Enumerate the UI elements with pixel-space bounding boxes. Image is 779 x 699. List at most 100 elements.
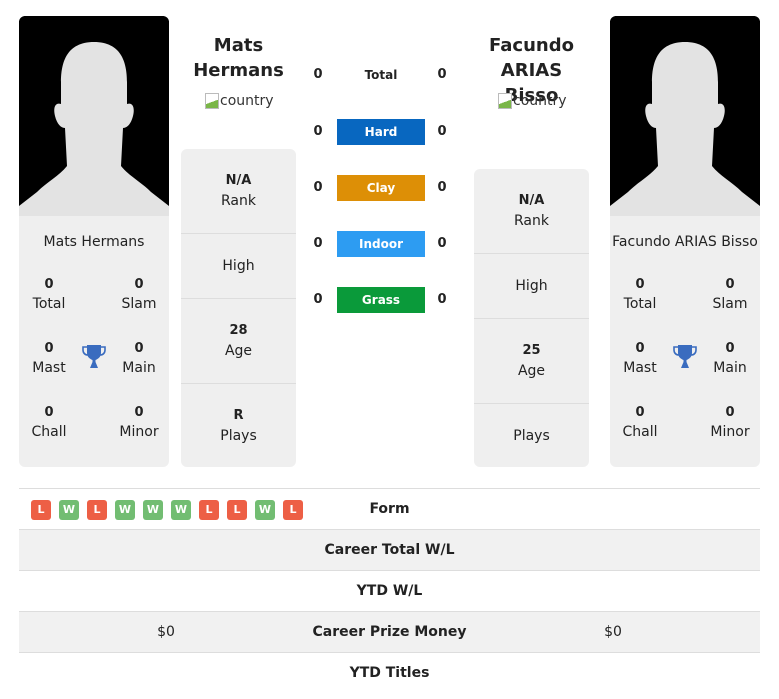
surface-badge-hard: Hard <box>337 119 425 145</box>
player2-rank: N/A Rank <box>474 169 589 254</box>
plays-label: Plays <box>220 427 257 444</box>
player2-card-name: Facundo ARIAS Bisso <box>612 234 758 250</box>
h2h-row-hard: 0 Hard 0 <box>305 119 455 145</box>
player2-h2h-count: 0 <box>437 180 447 195</box>
surface-badge-clay: Clay <box>337 175 425 201</box>
player2-titles-slam: 0 Slam <box>700 276 760 314</box>
surface-badge-total: Total <box>364 68 398 82</box>
stat-label: Mast <box>623 360 657 376</box>
h2h-row-total: 0 Total 0 <box>305 62 455 88</box>
player1-rank: N/A Rank <box>181 149 296 234</box>
player1-h2h-count: 0 <box>313 292 323 307</box>
rank-label: Rank <box>514 213 549 229</box>
flag-alt-text: country <box>220 93 274 109</box>
row-label: YTD Titles <box>349 665 430 681</box>
stat-value: 0 <box>725 405 735 420</box>
silhouette-icon <box>19 16 169 216</box>
table-row-form: LWLWWWLLWL Form <box>19 489 760 530</box>
form-badge-win[interactable]: W <box>171 500 191 520</box>
row-label: Form <box>369 501 410 517</box>
player1-h2h-count: 0 <box>313 67 323 82</box>
player2-profile-card: Facundo ARIAS Bisso 0 Total 0 Slam 0 Mas… <box>610 16 760 467</box>
form-badge-loss[interactable]: L <box>31 500 51 520</box>
stat-value: 0 <box>44 405 54 420</box>
stat-label: Chall <box>622 424 658 440</box>
h2h-row-indoor: 0 Indoor 0 <box>305 231 455 257</box>
age-label: Age <box>517 363 546 379</box>
stat-value: 0 <box>725 341 735 356</box>
stat-label: Main <box>122 360 156 376</box>
stat-label: Chall <box>31 424 67 440</box>
player1-titles-minor: 0 Minor <box>109 404 169 442</box>
player1-titles-slam: 0 Slam <box>109 276 169 314</box>
h2h-row-clay: 0 Clay 0 <box>305 175 455 201</box>
stat-value: 0 <box>134 277 144 292</box>
form-badge-win[interactable]: W <box>115 500 135 520</box>
form-badge-win[interactable]: W <box>143 500 163 520</box>
player1-form: LWLWWWLLWL <box>31 500 303 520</box>
player2-h2h-count: 0 <box>437 292 447 307</box>
player2-country-flag: country <box>498 93 567 109</box>
player2-h2h-count: 0 <box>437 124 447 139</box>
row-label: YTD W/L <box>356 583 423 599</box>
table-row-ytd-wl: YTD W/L <box>19 571 760 612</box>
stat-label: Minor <box>119 424 159 440</box>
player2-value: $0 <box>604 624 622 640</box>
player1-name-link[interactable]: Mats Hermans <box>180 33 297 83</box>
rank-value: N/A <box>518 193 545 208</box>
player1-age: 28 Age <box>181 299 296 384</box>
row-label: Career Total W/L <box>324 542 455 558</box>
player2-h2h-count: 0 <box>437 67 447 82</box>
surface-badge-indoor: Indoor <box>337 231 425 257</box>
player1-profile-card: Mats Hermans 0 Total 0 Slam 0 Mast 0 Mai… <box>19 16 169 467</box>
player1-h2h-count: 0 <box>313 124 323 139</box>
stat-value: 0 <box>134 405 144 420</box>
stat-value: 0 <box>44 341 54 356</box>
broken-image-icon <box>498 93 512 109</box>
table-row-ytd-titles: YTD Titles <box>19 653 760 694</box>
player2-titles-chall: 0 Chall <box>610 404 670 442</box>
player1-card-name: Mats Hermans <box>43 234 145 250</box>
stat-label: Main <box>713 360 747 376</box>
stat-label: Total <box>32 296 66 312</box>
player1-high: High <box>181 234 296 299</box>
h2h-row-grass: 0 Grass 0 <box>305 287 455 313</box>
player1-plays: R Plays <box>181 384 296 467</box>
player1-titles-total: 0 Total <box>19 276 79 314</box>
form-badge-loss[interactable]: L <box>227 500 247 520</box>
player1-photo <box>19 16 169 216</box>
player2-h2h-count: 0 <box>437 236 447 251</box>
form-badge-loss[interactable]: L <box>87 500 107 520</box>
player2-photo <box>610 16 760 216</box>
age-value: 25 <box>522 343 541 358</box>
player2-titles-minor: 0 Minor <box>700 404 760 442</box>
stat-value: 0 <box>725 277 735 292</box>
surface-badge-grass: Grass <box>337 287 425 313</box>
plays-label: Plays <box>513 427 550 444</box>
stat-label: Minor <box>710 424 750 440</box>
plays-value: R <box>233 407 244 423</box>
stat-label: Total <box>623 296 657 312</box>
stat-value: 0 <box>44 277 54 292</box>
stat-value: 0 <box>635 277 645 292</box>
trophy-icon <box>673 345 697 368</box>
form-badge-win[interactable]: W <box>59 500 79 520</box>
silhouette-icon <box>610 16 760 216</box>
high-label: High <box>222 258 255 274</box>
form-badge-loss[interactable]: L <box>199 500 219 520</box>
player2-age: 25 Age <box>474 319 589 404</box>
rank-label: Rank <box>221 193 256 209</box>
stat-value: 0 <box>635 405 645 420</box>
player1-titles-mast: 0 Mast <box>19 340 79 378</box>
trophy-icon <box>82 345 106 368</box>
table-row-career-wl: Career Total W/L <box>19 530 760 571</box>
player2-plays: Plays <box>474 404 589 467</box>
flag-alt-text: country <box>513 93 567 109</box>
table-row-prize-money: $0 Career Prize Money $0 <box>19 612 760 653</box>
comparison-table: LWLWWWLLWL Form Career Total W/L YTD W/L… <box>19 488 760 694</box>
player1-h2h-count: 0 <box>313 236 323 251</box>
age-label: Age <box>224 343 253 359</box>
player2-high: High <box>474 254 589 319</box>
stat-label: Slam <box>121 296 157 312</box>
player1-name-line1: Mats <box>213 35 264 56</box>
